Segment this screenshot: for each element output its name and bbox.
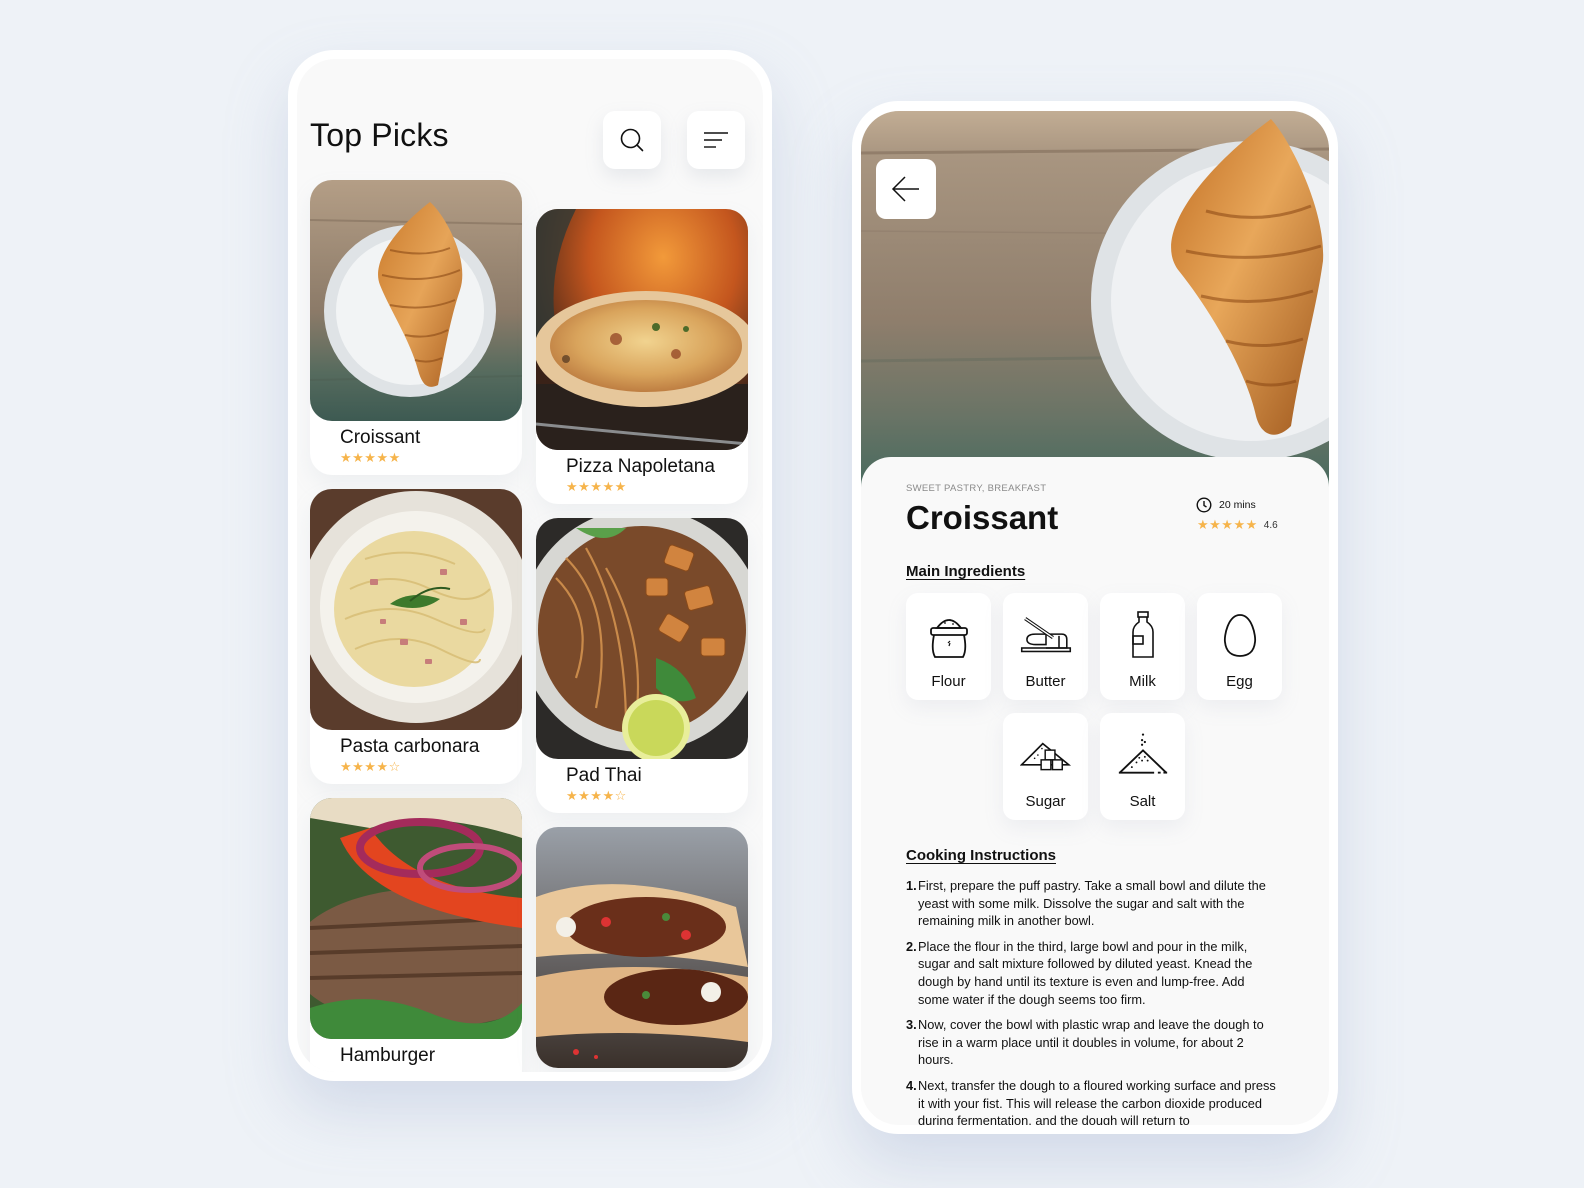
pad-thai-photo: [536, 518, 748, 759]
ingredient-label: Egg: [1226, 673, 1253, 690]
egg-icon: [1223, 614, 1257, 657]
recipe-card[interactable]: Pasta carbonara ★★★★☆: [310, 489, 522, 784]
step-text: First, prepare the puff pastry. Take a s…: [918, 878, 1266, 929]
ingredient-label: Sugar: [1025, 793, 1066, 810]
arrow-left-icon: [891, 176, 919, 202]
sugar-cubes-icon: [1020, 742, 1072, 771]
step-number: 3.: [906, 1017, 917, 1033]
burrito-photo: [536, 827, 748, 1068]
instruction-step: 4. Next, transfer the dough to a floured…: [906, 1077, 1276, 1125]
milk-bottle-icon: [1132, 611, 1154, 658]
ingredient-salt[interactable]: Salt: [1100, 713, 1185, 820]
ingredient-label: Flour: [931, 673, 966, 690]
salt-pile-icon: [1118, 733, 1168, 774]
croissant-photo: [310, 180, 522, 421]
rating-stars: ★★★★★: [566, 479, 627, 494]
recipe-detail-screen: SWEET PASTRY, BREAKFAST Croissant 20 min…: [861, 111, 1329, 1125]
hamburger-photo: [310, 798, 522, 1039]
recipe-name: Croissant: [340, 427, 421, 448]
cook-time: 20 mins: [1196, 497, 1256, 513]
recipe-name: Pasta carbonara: [340, 736, 480, 757]
search-icon: [620, 128, 644, 152]
instruction-list: 1. First, prepare the puff pastry. Take …: [906, 877, 1276, 1125]
rating-stars: ★★★★☆: [566, 788, 627, 803]
rating-stars: ★★★★☆: [340, 759, 401, 774]
step-number: 2.: [906, 938, 917, 954]
pasta-photo: [310, 489, 522, 730]
step-number: 4.: [906, 1077, 917, 1093]
filter-lines-icon: [704, 132, 728, 148]
page-title: Top Picks: [310, 117, 449, 153]
ingredient-label: Milk: [1129, 673, 1156, 690]
recipe-name: Pad Thai: [566, 765, 642, 786]
back-button[interactable]: [876, 159, 936, 219]
ingredient-sugar[interactable]: Sugar: [1003, 713, 1088, 820]
instruction-step: 2. Place the flour in the third, large b…: [906, 938, 1276, 1008]
cook-time-value: 20 mins: [1219, 499, 1256, 511]
ingredient-flour[interactable]: Flour: [906, 593, 991, 700]
rating-stars: · · · · ·: [340, 1070, 361, 1072]
recipe-card[interactable]: Hamburger · · · · ·: [310, 798, 522, 1072]
recipe-card[interactable]: Croissant ★★★★★: [310, 180, 522, 475]
instructions-heading: Cooking Instructions: [906, 847, 1056, 864]
recipe-card[interactable]: Pad Thai ★★★★☆: [536, 518, 748, 813]
step-text: Place the flour in the third, large bowl…: [918, 938, 1253, 1007]
ingredient-milk[interactable]: Milk: [1100, 593, 1185, 700]
step-text: Next, transfer the dough to a floured wo…: [918, 1077, 1276, 1125]
recipe-name: Pizza Napoletana: [566, 456, 715, 477]
recipe-card[interactable]: Pizza Napoletana ★★★★★: [536, 209, 748, 504]
recipe-detail-sheet: SWEET PASTRY, BREAKFAST Croissant 20 min…: [861, 457, 1329, 1125]
pizza-photo: [536, 209, 748, 450]
butter-icon: [1020, 617, 1072, 653]
filter-button[interactable]: [687, 111, 745, 169]
phone-frame-detail: SWEET PASTRY, BREAKFAST Croissant 20 min…: [852, 101, 1338, 1134]
top-picks-screen: Top Picks Croissant ★★★★★ Pizza Napoleta…: [297, 59, 763, 1072]
instruction-step: 1. First, prepare the puff pastry. Take …: [906, 877, 1276, 930]
ingredient-label: Butter: [1025, 673, 1066, 690]
instruction-step: 3. Now, cover the bowl with plastic wrap…: [906, 1016, 1276, 1069]
ingredient-label: Salt: [1129, 793, 1156, 810]
phone-frame-list: Top Picks Croissant ★★★★★ Pizza Napoleta…: [288, 50, 772, 1081]
ingredients-heading: Main Ingredients: [906, 563, 1026, 580]
rating-value: 4.6: [1263, 519, 1278, 531]
search-button[interactable]: [603, 111, 661, 169]
recipe-rating: ★★★★★ 4.6: [1197, 517, 1278, 533]
rating-stars: ★★★★★: [1197, 517, 1258, 532]
step-number: 1.: [906, 878, 917, 893]
rating-stars: ★★★★★: [340, 450, 401, 465]
flour-sack-icon: [930, 619, 968, 658]
ingredient-butter[interactable]: Butter: [1003, 593, 1088, 700]
clock-icon: [1196, 497, 1212, 513]
ingredient-egg[interactable]: Egg: [1197, 593, 1282, 700]
step-text: Now, cover the bowl with plastic wrap an…: [918, 1017, 1264, 1068]
recipe-card[interactable]: [536, 827, 748, 1068]
recipe-category: SWEET PASTRY, BREAKFAST: [906, 483, 1047, 494]
recipe-title: Croissant: [906, 499, 1059, 536]
recipe-name: Hamburger: [340, 1045, 436, 1066]
